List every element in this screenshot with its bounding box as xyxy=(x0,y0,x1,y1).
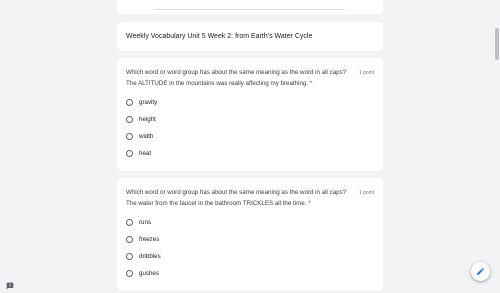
question-text: Which word or word group has about the s… xyxy=(126,68,351,89)
option-runs[interactable]: runs xyxy=(126,216,151,228)
scrollbar-thumb[interactable] xyxy=(495,28,499,60)
option-label: freezes xyxy=(139,235,160,243)
radio-button[interactable] xyxy=(126,235,133,243)
option-label: gravity xyxy=(139,98,158,106)
question-text-body: Which word or word group has about the s… xyxy=(126,189,347,207)
radio-button[interactable] xyxy=(126,132,133,140)
option-freezes[interactable]: freezes xyxy=(126,233,159,245)
feedback-icon xyxy=(6,282,14,290)
required-asterisk: * xyxy=(308,199,311,207)
section-title: Weekly Vocabulary Unit 5 Week 2: from Ea… xyxy=(126,33,313,40)
required-asterisk: * xyxy=(309,79,313,87)
form-page: Weekly Vocabulary Unit 5 Week 2: from Ea… xyxy=(0,0,500,293)
option-label: heat xyxy=(139,149,152,157)
option-label: gushes xyxy=(139,269,159,277)
points-label: 1 point xyxy=(358,70,374,76)
points-label: 1 point xyxy=(358,190,374,196)
option-gushes[interactable]: gushes xyxy=(126,267,159,279)
option-label: height xyxy=(139,115,156,123)
option-height[interactable]: height xyxy=(126,113,156,125)
pencil-icon xyxy=(477,268,484,275)
question-text: Which word or word group has about the s… xyxy=(126,188,351,209)
section-header-card: Weekly Vocabulary Unit 5 Week 2: from Ea… xyxy=(117,22,383,51)
radio-button[interactable] xyxy=(126,269,133,277)
option-heat[interactable]: heat xyxy=(126,147,151,159)
option-label: dribbles xyxy=(139,252,161,260)
option-label: runs xyxy=(139,218,152,226)
question-card-trickles: Which word or word group has about the s… xyxy=(117,178,383,291)
question-card-altitude: Which word or word group has about the s… xyxy=(117,58,383,171)
radio-button[interactable] xyxy=(126,115,133,123)
option-dribbles[interactable]: dribbles xyxy=(126,250,161,262)
feedback-button[interactable] xyxy=(6,277,14,290)
radio-button[interactable] xyxy=(126,252,133,260)
scrollbar[interactable] xyxy=(494,0,500,293)
radio-button[interactable] xyxy=(126,149,133,157)
option-label: width xyxy=(139,132,154,140)
question-text-body: Which word or word group has about the s… xyxy=(126,69,347,87)
radio-button[interactable] xyxy=(126,218,133,226)
option-width[interactable]: width xyxy=(126,130,153,142)
option-gravity[interactable]: gravity xyxy=(126,96,157,108)
divider xyxy=(155,9,345,10)
previous-card xyxy=(117,0,383,14)
radio-button[interactable] xyxy=(126,98,133,106)
edit-button[interactable] xyxy=(471,262,490,281)
